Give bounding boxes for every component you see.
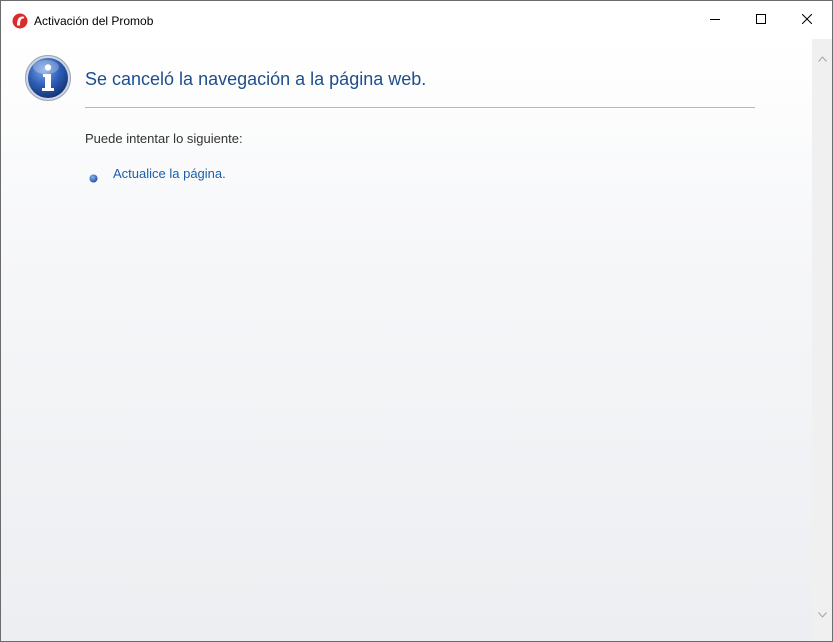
refresh-page-link[interactable]: Actualice la página. — [113, 166, 226, 182]
divider — [85, 107, 755, 108]
close-button[interactable] — [784, 1, 830, 39]
chevron-up-icon — [817, 49, 827, 67]
maximize-icon — [756, 11, 766, 29]
scroll-down-button[interactable] — [812, 604, 832, 624]
vertical-scrollbar[interactable] — [812, 39, 832, 641]
page-content: Se canceló la navegación a la página web… — [1, 39, 812, 641]
close-icon — [801, 11, 813, 29]
list-item: Actualice la página. — [89, 166, 226, 182]
window-title: Activación del Promob — [34, 14, 154, 28]
minimize-icon — [710, 11, 720, 29]
suggestion-intro: Puede intentar lo siguiente: — [85, 131, 243, 146]
page-title: Se canceló la navegación a la página web… — [85, 69, 427, 89]
promob-logo-icon — [12, 13, 28, 29]
chevron-down-icon — [817, 605, 827, 623]
info-icon — [24, 54, 72, 102]
scroll-up-button[interactable] — [812, 48, 832, 68]
title-bar[interactable]: Activación del Promob — [1, 1, 832, 39]
bullet-icon — [89, 170, 98, 182]
minimize-button[interactable] — [692, 1, 738, 39]
app-window: Activación del Promob Se canceló la nave… — [0, 0, 833, 642]
maximize-button[interactable] — [738, 1, 784, 39]
